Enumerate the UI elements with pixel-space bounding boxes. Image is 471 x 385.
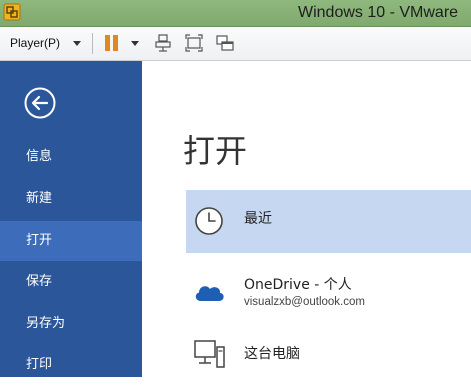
- location-onedrive[interactable]: OneDrive - 个人 visualzxb@outlook.com: [186, 263, 471, 319]
- vmware-logo-icon: [3, 3, 21, 21]
- sidebar-item-new[interactable]: 新建: [0, 179, 142, 219]
- location-label: 最近: [244, 211, 272, 227]
- back-arrow-icon[interactable]: [24, 87, 56, 119]
- player-menu-label: Player(P): [10, 36, 61, 50]
- fullscreen-icon[interactable]: [185, 34, 203, 52]
- vmware-titlebar: Windows 10 - VMware: [0, 0, 471, 27]
- cloud-icon: [195, 286, 224, 301]
- pause-icon[interactable]: [105, 35, 119, 51]
- unity-mode-icon[interactable]: [216, 34, 234, 52]
- sidebar-item-save[interactable]: 保存: [0, 262, 142, 302]
- player-menu-button[interactable]: Player(P): [10, 35, 60, 51]
- chevron-down-icon[interactable]: [73, 41, 81, 46]
- backstage-sidebar: 信息 新建 打开 保存 另存为 打印: [0, 61, 142, 377]
- page-title: 打开: [183, 132, 248, 170]
- location-recent[interactable]: 最近: [186, 190, 471, 253]
- computer-icon: [194, 340, 225, 368]
- open-pane: 打开 最近 OneDrive - 个人 visualzxb@outlook.co…: [142, 61, 471, 377]
- send-ctrl-alt-del-icon[interactable]: [154, 34, 172, 52]
- location-account-email: visualzxb@outlook.com: [244, 296, 365, 308]
- sidebar-item-print[interactable]: 打印: [0, 345, 142, 385]
- sidebar-item-open[interactable]: 打开: [0, 221, 142, 261]
- sidebar-item-save-as[interactable]: 另存为: [0, 304, 142, 344]
- location-this-pc[interactable]: 这台电脑: [186, 329, 471, 377]
- vmware-toolbar: Player(P): [0, 27, 471, 61]
- sidebar-item-info[interactable]: 信息: [0, 137, 142, 177]
- location-label: 这台电脑: [244, 346, 300, 362]
- toolbar-divider: [92, 33, 93, 54]
- clock-icon: [195, 207, 223, 235]
- location-label: OneDrive - 个人: [244, 277, 352, 293]
- chevron-down-icon[interactable]: [131, 41, 139, 46]
- window-title: Windows 10 - VMware: [298, 4, 459, 21]
